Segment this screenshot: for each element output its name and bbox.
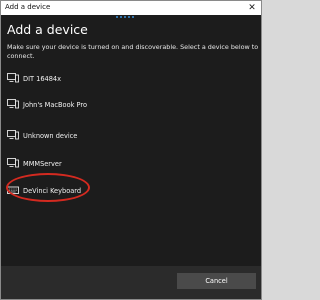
close-button[interactable]: ✕ [246, 2, 258, 14]
device-label: DIT 16484x [23, 75, 62, 83]
dialog-footer: Cancel [1, 266, 261, 299]
selection-highlight-circle [6, 173, 90, 202]
computer-monitor-icon [7, 158, 19, 168]
device-label: Unknown device [23, 132, 78, 140]
dialog-description: Make sure your device is turned on and d… [7, 43, 259, 60]
title-bar: Add a device ✕ [1, 1, 261, 15]
dialog-heading: Add a device [7, 22, 88, 37]
device-item-mmmserver[interactable]: MMMServer [5, 154, 205, 174]
device-label: MMMServer [23, 160, 62, 168]
device-item-johns-macbook-pro[interactable]: John's MacBook Pro [5, 95, 205, 115]
progress-dot [120, 16, 122, 18]
progress-dot [132, 16, 134, 18]
progress-indicator [116, 16, 134, 19]
add-device-window: Add a device ✕ Add a device Make sure yo… [0, 0, 262, 300]
cancel-button[interactable]: Cancel [177, 273, 256, 289]
progress-dot [124, 16, 126, 18]
device-item-unknown-device[interactable]: Unknown device [5, 126, 205, 146]
window-title: Add a device [5, 3, 51, 11]
computer-monitor-icon [7, 73, 19, 83]
device-label: John's MacBook Pro [23, 101, 88, 109]
progress-dot [116, 16, 118, 18]
device-item-dit-16484x[interactable]: DIT 16484x [5, 69, 205, 89]
computer-monitor-icon [7, 99, 19, 109]
progress-dot [128, 16, 130, 18]
computer-monitor-icon [7, 130, 19, 140]
